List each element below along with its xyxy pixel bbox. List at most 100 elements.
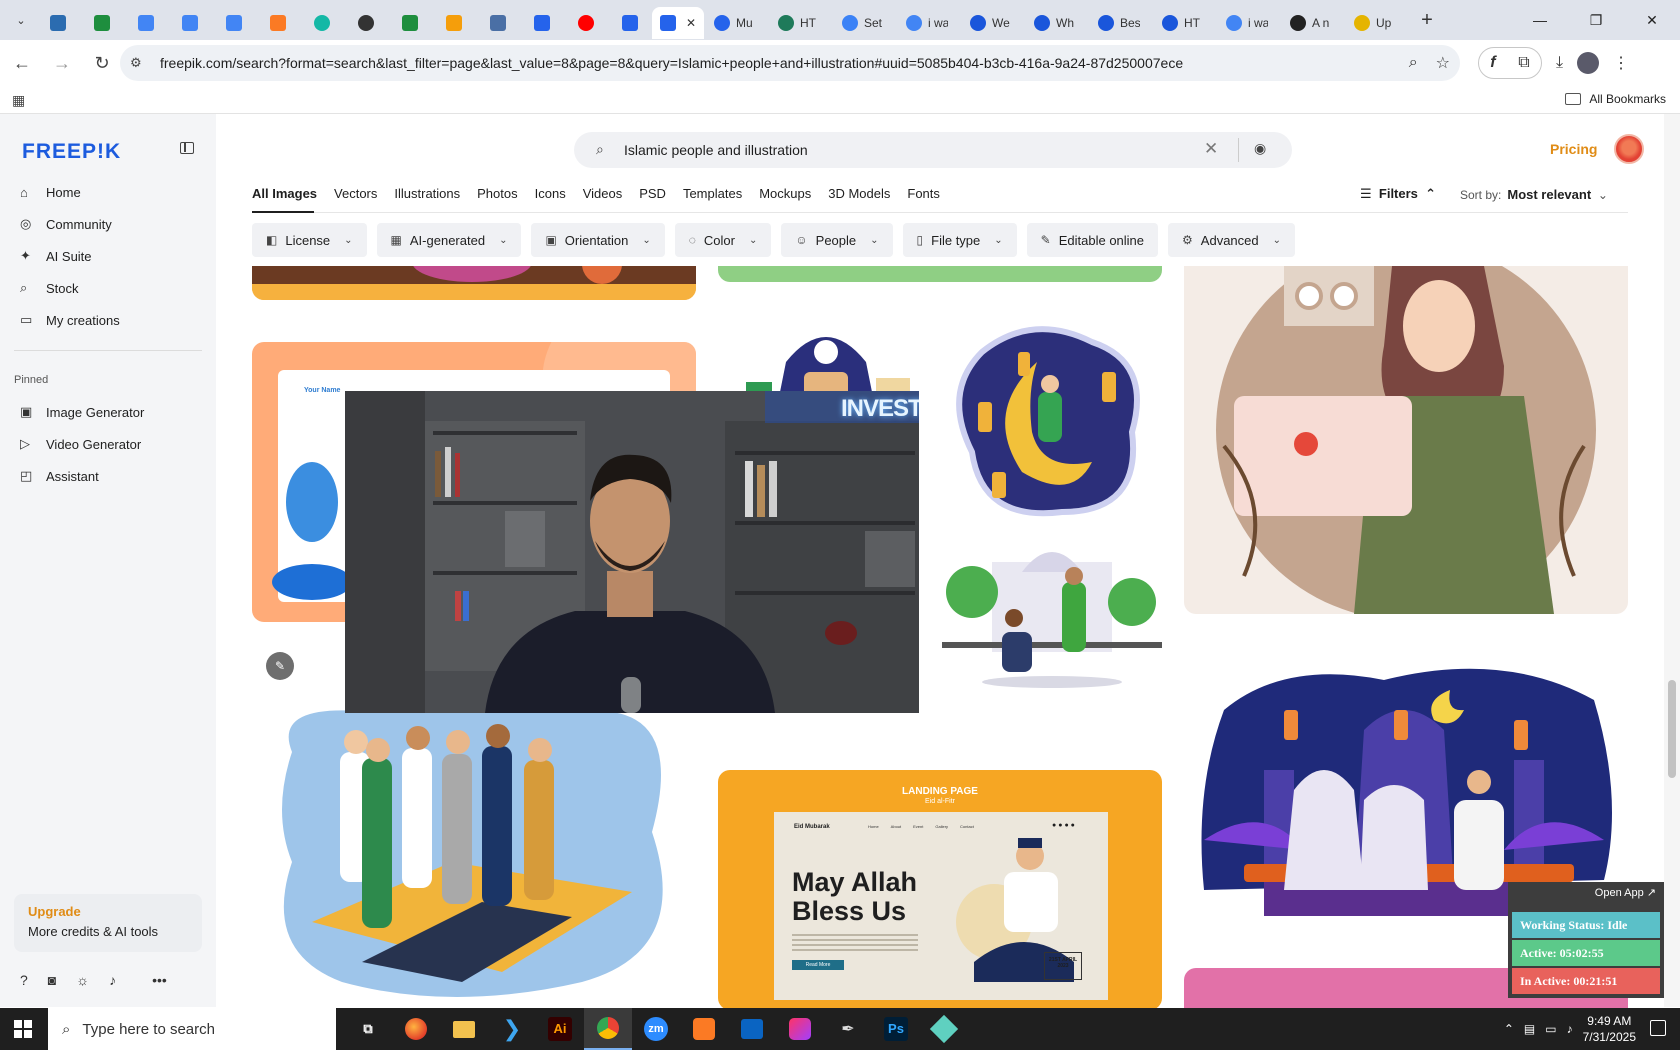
browser-tab[interactable] — [520, 7, 564, 39]
category-tab[interactable]: PSD — [639, 186, 666, 206]
scrollbar-thumb[interactable] — [1668, 680, 1676, 778]
sidebar-item-community[interactable]: ◎ Community — [20, 212, 112, 236]
sidebar-item-video-generator[interactable]: ▷ Video Generator — [20, 432, 141, 456]
browser-tab[interactable]: i wa — [1216, 7, 1280, 39]
browser-tab[interactable] — [476, 7, 520, 39]
windows-start-icon[interactable] — [14, 1020, 32, 1038]
close-icon[interactable]: ✕ — [686, 16, 696, 30]
browser-tab[interactable] — [80, 7, 124, 39]
filter-chip-file-type[interactable]: ▯ File type ⌄ — [902, 223, 1017, 257]
category-tab[interactable]: Icons — [535, 186, 566, 206]
all-bookmarks-button[interactable]: All Bookmarks — [1565, 92, 1666, 106]
tab-search-button[interactable]: ⌄ — [6, 6, 36, 34]
back-button[interactable]: ← — [4, 45, 40, 81]
menu-kebab-icon[interactable]: ⋮ — [1613, 53, 1629, 73]
close-window-icon[interactable]: ✕ — [1624, 0, 1680, 40]
bookmark-star-icon[interactable]: ☆ — [1436, 53, 1450, 73]
browser-tab[interactable] — [344, 7, 388, 39]
profile-avatar[interactable] — [1577, 52, 1600, 74]
filters-button[interactable]: ☰ Filters ⌃ — [1360, 186, 1436, 202]
category-tab[interactable]: Photos — [477, 186, 517, 206]
firefox-icon[interactable] — [392, 1008, 440, 1050]
sidebar-item-assistant[interactable]: ◰ Assistant — [20, 464, 99, 488]
url-text[interactable]: freepik.com/search?format=search&last_fi… — [160, 55, 1183, 71]
browser-tab[interactable]: A n — [1280, 7, 1344, 39]
browser-tab[interactable]: Bes — [1088, 7, 1152, 39]
network-icon[interactable]: ▤ — [1524, 1022, 1535, 1036]
filter-chip-license[interactable]: ◧ License ⌄ — [252, 223, 367, 257]
open-app-link[interactable]: Open App ↗ — [1595, 886, 1656, 899]
vscode-icon[interactable]: ❯ — [488, 1008, 536, 1050]
pen-icon[interactable]: ✒ — [824, 1008, 872, 1050]
user-avatar[interactable] — [1614, 134, 1644, 164]
app-icon[interactable] — [920, 1008, 968, 1050]
forward-button[interactable]: → — [44, 45, 80, 81]
taskbar-clock[interactable]: 9:49 AM 7/31/2025 — [1583, 1013, 1636, 1045]
filter-chip-people[interactable]: ☺ People ⌄ — [781, 223, 893, 257]
sidebar-item-stock[interactable]: ⌕ Stock — [20, 276, 79, 300]
site-info-icon[interactable]: ⚙ — [130, 55, 152, 71]
filter-chip-advanced[interactable]: ⚙ Advanced ⌄ — [1168, 223, 1296, 257]
image-card[interactable] — [252, 266, 696, 300]
browser-tab-active[interactable]: ✕ — [652, 7, 704, 39]
more-dots-icon[interactable]: ••• — [152, 972, 167, 988]
pricing-link[interactable]: Pricing — [1550, 141, 1597, 157]
category-tab[interactable]: Illustrations — [394, 186, 460, 206]
discord-icon[interactable]: ◙ — [48, 972, 56, 988]
browser-tab[interactable] — [432, 7, 476, 39]
category-tab[interactable]: All Images — [252, 186, 317, 206]
task-view-icon[interactable]: ⧉ — [344, 1008, 392, 1050]
browser-tab[interactable] — [124, 7, 168, 39]
xampp-icon[interactable] — [680, 1008, 728, 1050]
browser-tab[interactable] — [564, 7, 608, 39]
minimize-icon[interactable]: — — [1512, 0, 1568, 40]
outlook-icon[interactable] — [728, 1008, 776, 1050]
chevron-up-icon[interactable]: ⌃ — [1504, 1022, 1514, 1036]
address-bar[interactable]: ⚙ freepik.com/search?format=search&last_… — [120, 45, 1460, 81]
filter-chip-editable-online[interactable]: ✎ Editable online — [1026, 223, 1159, 257]
new-tab-button[interactable]: + — [1412, 9, 1442, 32]
browser-tab[interactable]: Mu — [704, 7, 768, 39]
image-card[interactable] — [942, 322, 1162, 522]
page-scrollbar[interactable] — [1664, 114, 1680, 1007]
filter-chip-orientation[interactable]: ▣ Orientation ⌄ — [531, 223, 665, 257]
image-card[interactable] — [718, 266, 1162, 282]
sidebar-item-home[interactable]: ⌂ Home — [20, 180, 81, 204]
browser-tab[interactable] — [168, 7, 212, 39]
image-card[interactable]: LANDING PAGE Eid al-Fitr Eid Mubarak Hom… — [718, 770, 1162, 1008]
explorer-icon[interactable] — [440, 1008, 488, 1050]
puzzle-icon[interactable]: ⧉ — [1518, 54, 1529, 72]
browser-tab[interactable]: Set — [832, 7, 896, 39]
sidebar-collapse-icon[interactable] — [180, 142, 194, 154]
freepik-search-bar[interactable]: ⌕ Islamic people and illustration ✕ ◉ — [574, 132, 1292, 168]
browser-tab[interactable] — [608, 7, 652, 39]
creative-cloud-icon[interactable] — [776, 1008, 824, 1050]
category-tab[interactable]: Videos — [583, 186, 623, 206]
sidebar-item-my-creations[interactable]: ▭ My creations — [20, 308, 120, 332]
image-card[interactable] — [942, 542, 1162, 702]
search-input[interactable]: Islamic people and illustration — [624, 142, 808, 158]
browser-tab[interactable] — [36, 7, 80, 39]
browser-tab[interactable] — [300, 7, 344, 39]
browser-tab[interactable] — [256, 7, 300, 39]
bell-icon[interactable]: ♪ — [109, 972, 116, 988]
volume-icon[interactable]: ♪ — [1567, 1022, 1573, 1036]
clear-search-icon[interactable]: ✕ — [1204, 139, 1218, 159]
sidebar-item-image-generator[interactable]: ▣ Image Generator — [20, 400, 144, 424]
display-icon[interactable]: ▭ — [1545, 1022, 1556, 1036]
freepik-logo[interactable]: FREEP!K — [22, 140, 121, 164]
picture-in-picture-video[interactable]: INVEST — [345, 391, 919, 713]
notification-icon[interactable] — [1650, 1020, 1666, 1036]
browser-tab[interactable]: HT — [768, 7, 832, 39]
zoom-icon[interactable]: zm — [632, 1008, 680, 1050]
browser-tab[interactable]: Wh — [1024, 7, 1088, 39]
illustrator-icon[interactable]: Ai — [536, 1008, 584, 1050]
theme-sun-icon[interactable]: ☼ — [76, 972, 89, 988]
sort-by-control[interactable]: Sort by: Most relevant ⌄ — [1460, 187, 1608, 202]
zoom-icon[interactable]: ⌕ — [1409, 54, 1418, 72]
apps-grid-icon[interactable]: ▦ — [12, 92, 25, 109]
browser-tab[interactable]: We — [960, 7, 1024, 39]
sidebar-item-ai-suite[interactable]: ✦ AI Suite — [20, 244, 92, 268]
category-tab[interactable]: Mockups — [759, 186, 811, 206]
upgrade-card[interactable]: Upgrade More credits & AI tools — [14, 894, 202, 952]
